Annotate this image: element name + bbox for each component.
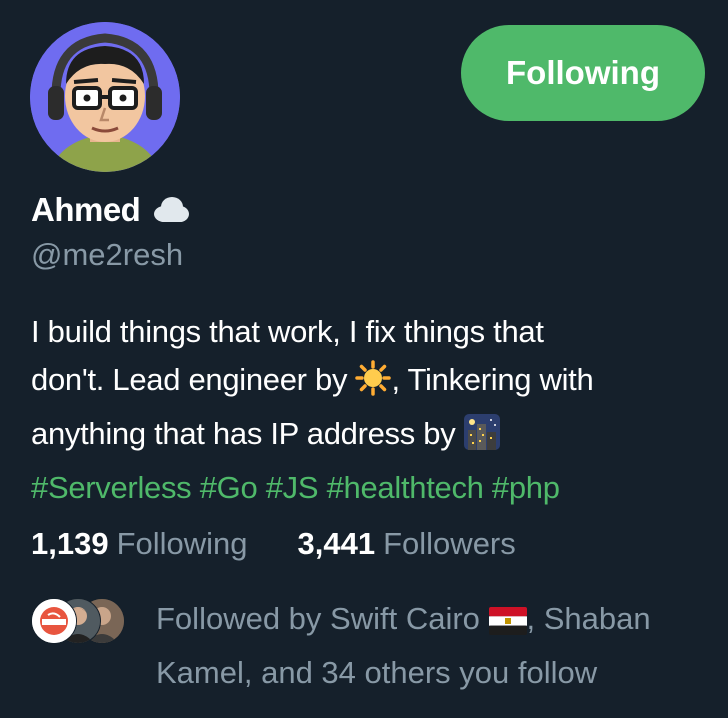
sun-emoji-icon <box>355 360 392 410</box>
hashtag-link[interactable]: #JS <box>266 470 319 505</box>
profile-handle: @me2resh <box>31 237 184 272</box>
profile-card: Following Ahmed @me2resh I build things … <box>0 0 728 718</box>
hashtag-link[interactable]: #Go <box>200 470 258 505</box>
bio-text: , Tinkering with <box>391 362 594 397</box>
egypt-flag-icon <box>488 601 527 649</box>
display-name: Ahmed <box>31 191 141 228</box>
followed-by-avatars[interactable] <box>31 598 131 644</box>
bio-line: don't. Lead engineer by , Tinkering with <box>31 356 721 410</box>
profile-avatar[interactable] <box>30 22 180 172</box>
hashtag-link[interactable]: #php <box>492 470 560 505</box>
followers-stat-link[interactable]: 3,441 Followers <box>298 526 516 562</box>
followed-by-suffix: , Shaban <box>526 601 651 636</box>
following-button[interactable]: Following <box>461 25 705 121</box>
bio-line: anything that has IP address by <box>31 410 721 464</box>
night-city-icon <box>463 414 500 464</box>
following-label: Following <box>116 526 248 561</box>
followers-count: 3,441 <box>297 526 376 561</box>
followed-by-line: Followed by Swift Cairo , Shaban <box>156 595 716 649</box>
bio-text: anything that has IP address by <box>31 416 464 451</box>
bio-hashtags: #Serverless #Go #JS #healthtech #php <box>31 464 721 512</box>
followers-label: Followers <box>383 526 516 561</box>
profile-stats: 1,139 Following 3,441 Followers <box>31 526 516 562</box>
followed-by-line: Kamel, and 34 others you follow <box>156 655 598 690</box>
profile-bio: I build things that work, I fix things t… <box>31 308 721 512</box>
bio-line: I build things that work, I fix things t… <box>31 314 544 349</box>
hashtag-link[interactable]: #healthtech <box>327 470 484 505</box>
hashtag-link[interactable]: #Serverless <box>31 470 192 505</box>
bio-text: don't. Lead engineer by <box>31 362 356 397</box>
followed-by-text[interactable]: Followed by Swift Cairo , Shaban Kamel, … <box>156 595 716 697</box>
following-stat-link[interactable]: 1,139 Following <box>31 526 248 562</box>
swift-cairo-avatar[interactable] <box>31 598 77 644</box>
display-name-row: Ahmed <box>31 188 190 232</box>
cloud-icon <box>150 195 190 225</box>
followed-by-prefix: Followed by Swift Cairo <box>156 601 489 636</box>
following-count: 1,139 <box>31 526 109 561</box>
